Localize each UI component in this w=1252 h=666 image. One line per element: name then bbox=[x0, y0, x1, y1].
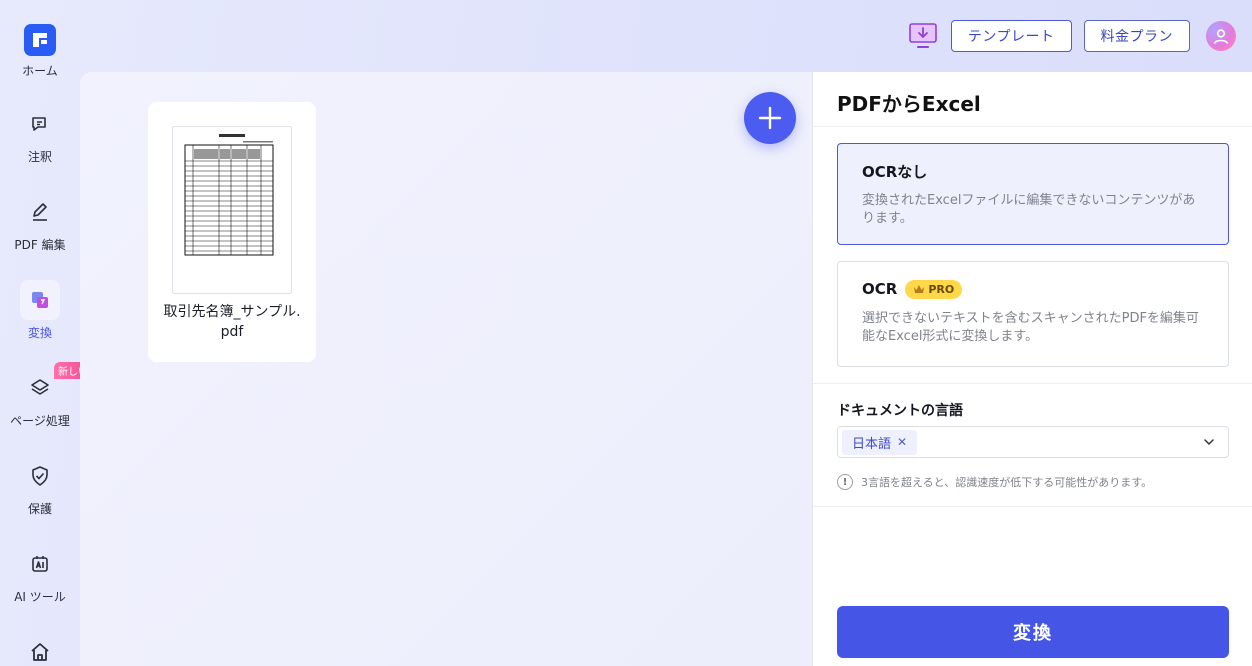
house-icon bbox=[20, 632, 60, 666]
divider bbox=[813, 126, 1252, 127]
convert-icon bbox=[20, 280, 60, 320]
file-name: 取引先名簿_サンプル.pdf bbox=[163, 304, 301, 340]
sidebar-item-label: 変換 bbox=[27, 326, 52, 340]
convert-button[interactable]: 変換 bbox=[837, 606, 1229, 658]
sidebar: ホーム 注釈 PDF 編集 変換 新しい ページ処理 保護 AI ツール bbox=[0, 0, 92, 666]
ai-tool-icon bbox=[20, 544, 60, 584]
topbar: テンプレート 料金プラン bbox=[907, 20, 1236, 52]
hint-text: 3言語を超えると、認識速度が低下する可能性があります。 bbox=[861, 476, 1153, 489]
sidebar-item-label: AI ツール bbox=[14, 590, 66, 604]
panel-title: PDFからExcel bbox=[837, 92, 981, 116]
divider bbox=[813, 506, 1252, 507]
option-title: OCR bbox=[862, 280, 898, 298]
language-select[interactable]: 日本語 ✕ bbox=[837, 426, 1229, 458]
info-icon: ! bbox=[837, 474, 853, 490]
file-area: 取引先名簿_サンプル.pdf bbox=[80, 72, 812, 666]
option-ocr[interactable]: OCR PRO 選択できないテキストを含むスキャンされたPDFを編集可能なExc… bbox=[837, 261, 1229, 367]
divider bbox=[813, 383, 1252, 384]
template-button[interactable]: テンプレート bbox=[950, 20, 1072, 52]
close-icon[interactable]: ✕ bbox=[897, 435, 907, 449]
edit-icon bbox=[20, 192, 60, 232]
sidebar-item-label: ページ処理 bbox=[10, 414, 70, 428]
sidebar-item-pdf-edit[interactable]: PDF 編集 bbox=[0, 192, 80, 253]
download-icon bbox=[909, 23, 937, 48]
option-description: 変換されたExcelファイルに編集できないコンテンツがあります。 bbox=[862, 193, 1196, 226]
sidebar-item-convert[interactable]: 変換 bbox=[0, 280, 80, 341]
pro-badge: PRO bbox=[905, 279, 963, 299]
sidebar-item-page-processing[interactable]: 新しい ページ処理 bbox=[0, 362, 92, 429]
sidebar-item-label: 保護 bbox=[27, 502, 52, 516]
plus-icon bbox=[758, 106, 782, 130]
file-card[interactable]: 取引先名簿_サンプル.pdf bbox=[148, 102, 316, 362]
annotate-icon bbox=[20, 104, 60, 144]
language-label: ドキュメントの言語 bbox=[837, 403, 963, 419]
avatar-icon bbox=[1213, 29, 1229, 44]
shield-icon bbox=[20, 456, 60, 496]
pro-badge-label: PRO bbox=[928, 282, 955, 296]
option-title: OCRなし bbox=[862, 162, 928, 181]
download-button[interactable] bbox=[907, 20, 939, 52]
sidebar-item-label: PDF 編集 bbox=[14, 238, 66, 252]
language-hint: ! 3言語を超えると、認識速度が低下する可能性があります。 bbox=[837, 474, 1152, 490]
sidebar-item-protect[interactable]: 保護 bbox=[0, 456, 80, 517]
sidebar-item-home-bottom[interactable] bbox=[0, 632, 80, 666]
file-thumbnail bbox=[172, 126, 292, 294]
convert-panel: PDFからExcel OCRなし 変換されたExcelファイルに編集できないコン… bbox=[812, 72, 1252, 666]
option-title-row: OCR PRO bbox=[862, 278, 1204, 300]
chevron-down-icon[interactable] bbox=[1202, 435, 1216, 449]
sidebar-item-ai-tools[interactable]: AI ツール bbox=[0, 544, 80, 605]
option-description: 選択できないテキストを含むスキャンされたPDFを編集可能なExcel形式に変換し… bbox=[862, 311, 1199, 344]
add-file-button[interactable] bbox=[744, 92, 796, 144]
pricing-button[interactable]: 料金プラン bbox=[1083, 20, 1190, 52]
sidebar-item-annotate[interactable]: 注釈 bbox=[0, 104, 80, 165]
home-label[interactable]: ホーム bbox=[0, 62, 80, 79]
crown-icon bbox=[914, 285, 925, 293]
option-no-ocr[interactable]: OCRなし 変換されたExcelファイルに編集できないコンテンツがあります。 bbox=[837, 143, 1229, 245]
logo-icon[interactable] bbox=[24, 24, 56, 56]
avatar[interactable] bbox=[1206, 21, 1236, 51]
language-chip-label: 日本語 bbox=[852, 436, 892, 452]
language-chip: 日本語 ✕ bbox=[842, 429, 918, 455]
sidebar-item-label: 注釈 bbox=[27, 150, 52, 164]
